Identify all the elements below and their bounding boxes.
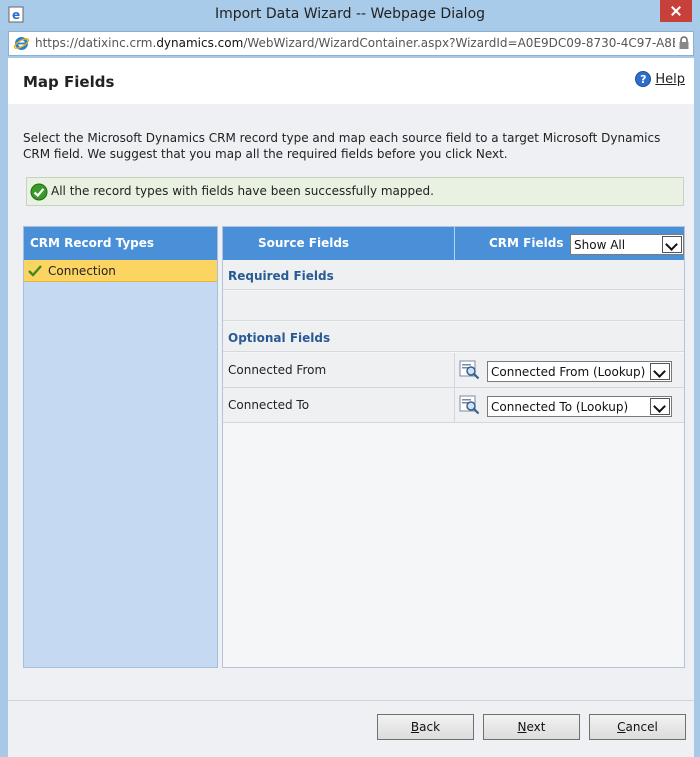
lookup-icon[interactable] [459,359,480,380]
footer-separator [8,700,694,701]
next-accesskey: N [517,720,527,734]
instructions-text: Select the Microsoft Dynamics CRM record… [23,131,661,161]
required-fields-empty-row [223,291,684,321]
mapping-row: Connected To Connected To (Lookup) [223,388,684,423]
optional-fields-label: Optional Fields [223,322,684,352]
required-fields-label: Required Fields [223,260,684,290]
lock-icon [679,36,689,49]
next-label: ext [526,720,546,734]
cancel-button[interactable]: Cancel [589,714,686,740]
ie-icon [13,37,30,50]
address-bar[interactable]: https://datixinc.crm.dynamics.com/WebWiz… [8,31,694,56]
header-band: Map Fields ? Help [8,58,694,104]
dialog-content: Map Fields ? Help Select the Microsoft D… [8,58,694,757]
next-button[interactable]: Next [483,714,580,740]
lookup-icon[interactable] [459,394,480,415]
source-field-label: Connected From [228,363,327,377]
record-types-header: CRM Record Types [24,227,217,260]
back-button[interactable]: Back [377,714,474,740]
mapping-row: Connected From Connected From (Lookup) [223,353,684,388]
window-title: Import Data Wizard -- Webpage Dialog [214,6,486,22]
target-field-select[interactable]: Connected To (Lookup) [487,396,672,417]
cell-divider [454,388,455,423]
source-fields-header: Source Fields [258,236,350,250]
success-check-icon [30,183,48,201]
chevron-down-icon [650,398,670,415]
target-field-value: Connected From (Lookup) [491,365,646,379]
url-host: dynamics.com [156,36,244,50]
record-type-label: Connection [48,264,116,278]
back-accesskey: B [410,720,420,734]
crm-fields-header: CRM Fields [489,236,564,250]
url-path: /WebWizard/WizardContainer.aspx?WizardId… [243,36,675,50]
cell-divider [454,353,455,388]
cancel-label: ancel [625,720,658,734]
chevron-down-icon [650,363,670,380]
field-mapping-panel: Source Fields CRM Fields Show All Requir… [222,226,685,668]
target-field-value: Connected To (Lookup) [491,400,629,414]
cancel-accesskey: C [617,720,626,734]
source-field-label: Connected To [228,398,310,412]
help-label: Help [655,71,685,87]
target-field-select[interactable]: Connected From (Lookup) [487,361,672,382]
check-icon [28,265,42,277]
chevron-down-icon [662,236,682,253]
header-divider [454,227,455,260]
close-icon[interactable] [660,0,692,22]
help-icon: ? [635,71,652,87]
window-titlebar: e Import Data Wizard -- Webpage Dialog [0,0,700,30]
back-label: ack [419,720,441,734]
record-type-item-connection[interactable]: Connection [24,260,217,282]
record-types-panel: CRM Record Types Connection [23,226,218,668]
success-message-box: All the record types with fields have be… [26,177,684,206]
url-prefix: https://datixinc.crm. [35,36,157,50]
url-text: https://datixinc.crm.dynamics.com/WebWiz… [35,36,675,50]
page-title: Map Fields [23,73,115,91]
filter-value: Show All [574,238,626,252]
success-message: All the record types with fields have be… [51,184,434,198]
help-link[interactable]: ? Help [635,71,685,87]
crm-fields-filter-select[interactable]: Show All [570,234,684,255]
field-mapping-header: Source Fields CRM Fields Show All [223,227,684,260]
